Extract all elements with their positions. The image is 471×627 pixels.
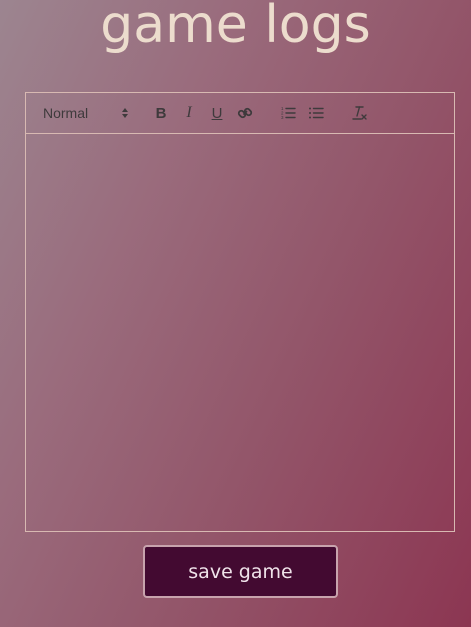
- ordered-list-icon: 1 2 3: [281, 106, 296, 120]
- bold-button[interactable]: B: [152, 103, 170, 123]
- editor-content-area[interactable]: [26, 134, 454, 531]
- link-icon: [237, 107, 253, 119]
- link-button[interactable]: [236, 103, 254, 123]
- clear-formatting-icon: [352, 106, 367, 120]
- rich-text-editor: Normal B I U 1 2 3: [25, 92, 455, 532]
- underline-button[interactable]: U: [208, 103, 226, 123]
- bullet-list-button[interactable]: [307, 103, 325, 123]
- bullet-list-icon: [309, 107, 324, 119]
- select-arrows-icon: [121, 106, 129, 120]
- header-format-select[interactable]: Normal: [43, 103, 129, 123]
- page-title: game logs: [100, 0, 371, 55]
- save-game-button[interactable]: save game: [143, 545, 338, 598]
- svg-text:3: 3: [281, 115, 284, 120]
- header-format-value: Normal: [43, 105, 89, 121]
- italic-button[interactable]: I: [180, 103, 198, 123]
- clear-formatting-button[interactable]: [350, 103, 370, 123]
- ordered-list-button[interactable]: 1 2 3: [279, 103, 297, 123]
- editor-toolbar: Normal B I U 1 2 3: [26, 93, 454, 134]
